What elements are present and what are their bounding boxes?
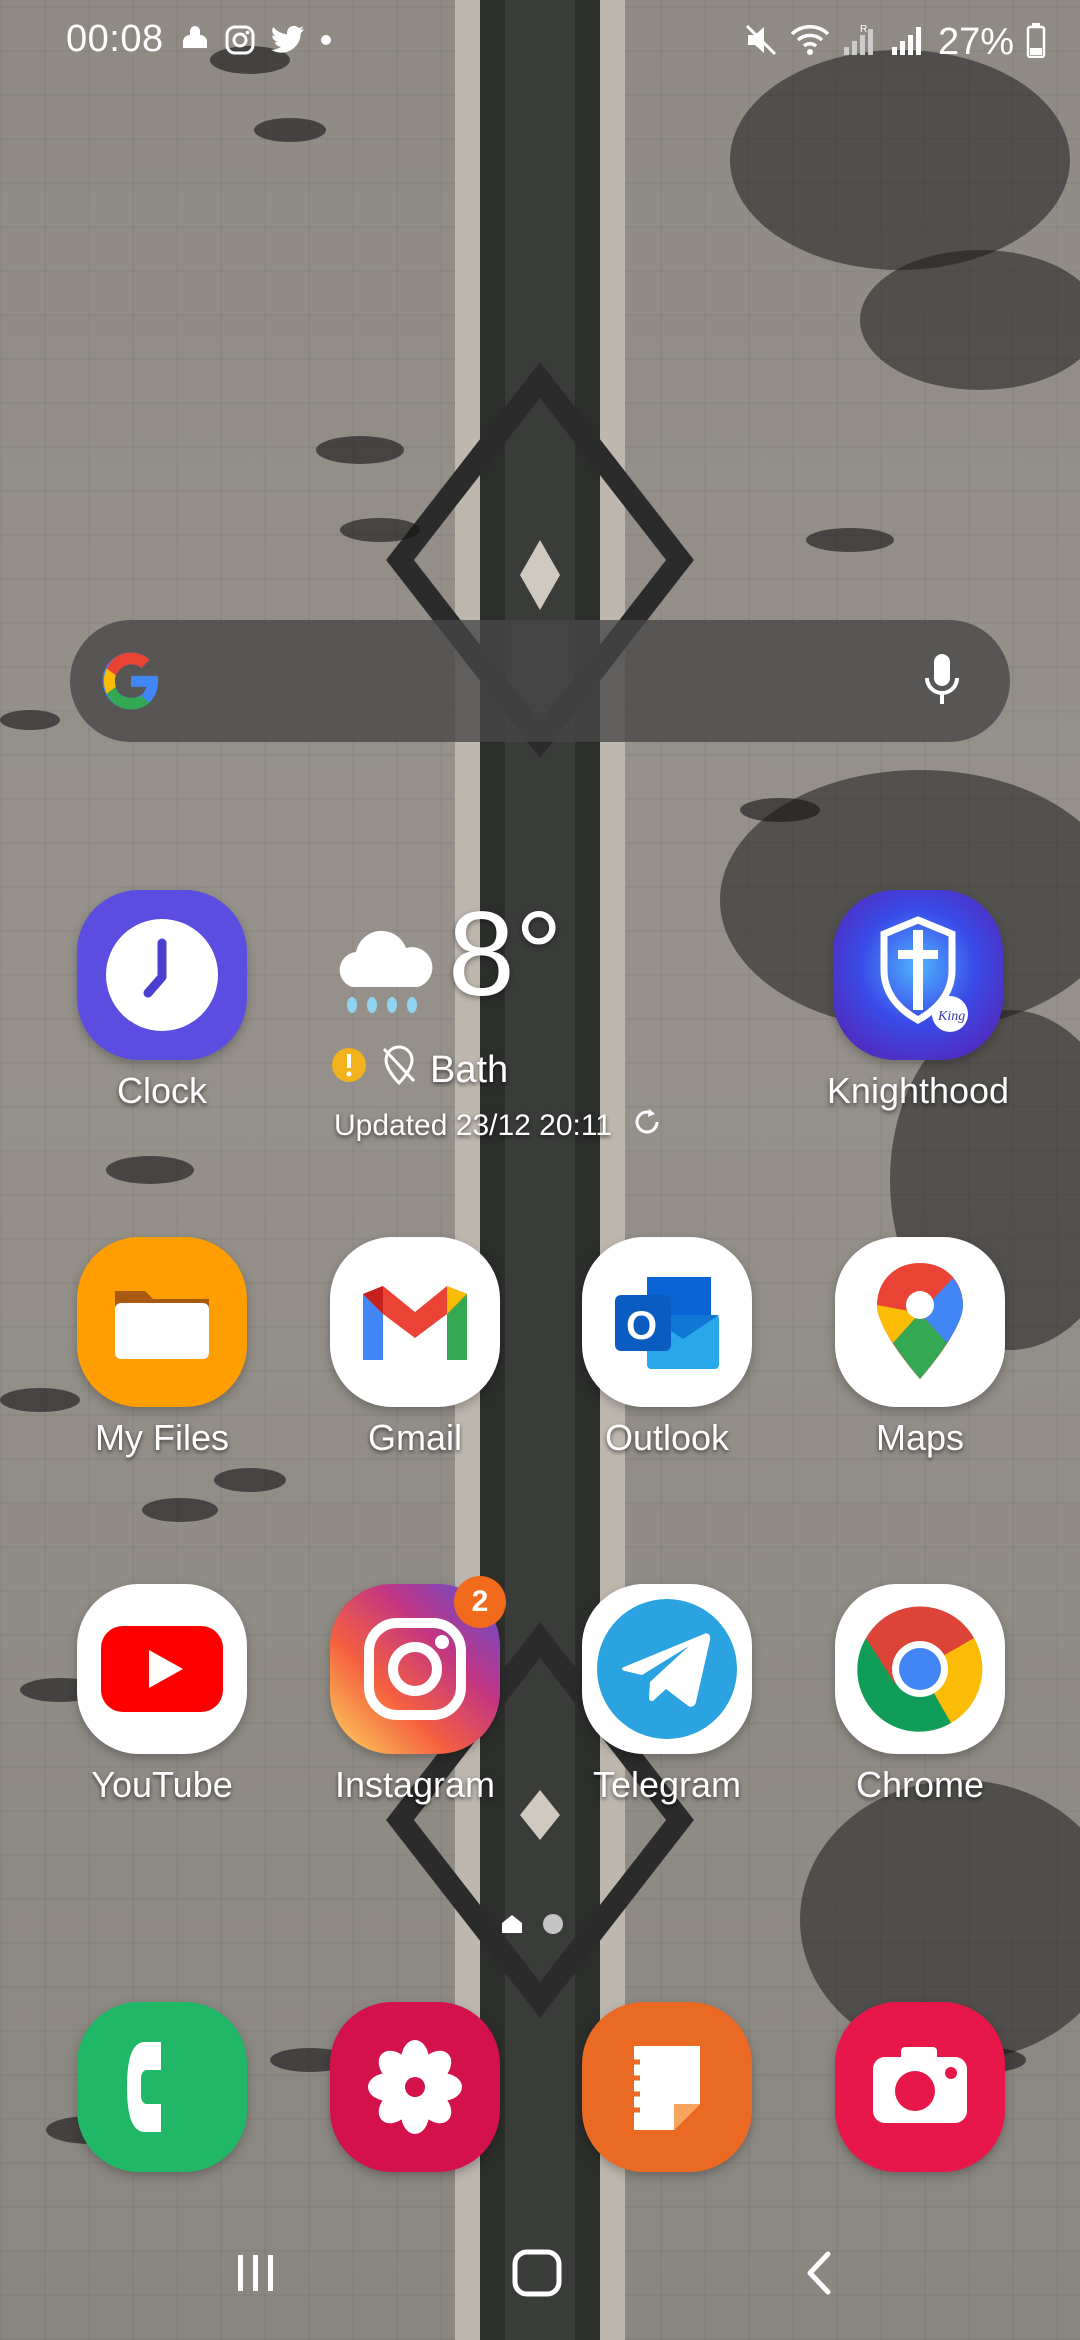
app-label: Chrome	[855, 1764, 985, 1805]
clock-icon	[77, 890, 247, 1060]
wallpaper	[0, 0, 1080, 2340]
app-label: My Files	[95, 1417, 229, 1458]
app-instagram[interactable]: 2 Instagram	[290, 1576, 540, 1806]
home-icon	[511, 2248, 563, 2303]
status-time: 00:08	[66, 18, 164, 60]
twitter-notification-icon	[270, 24, 306, 61]
dock-phone[interactable]	[37, 2002, 287, 2172]
app-label: Maps	[875, 1417, 965, 1458]
location-off-icon	[380, 1045, 418, 1095]
instagram-icon: 2	[330, 1576, 506, 1754]
app-chrome[interactable]: Chrome	[795, 1584, 1045, 1806]
navigation-bar	[0, 2220, 1080, 2330]
rain-cloud-icon	[330, 927, 440, 1022]
weather-location-row: Bath	[330, 1045, 508, 1095]
notification-badge: 2	[454, 1576, 506, 1628]
app-gmail[interactable]: Gmail	[290, 1237, 540, 1459]
refresh-icon[interactable]	[630, 1105, 664, 1147]
recent-apps-icon	[232, 2251, 280, 2300]
maps-icon	[835, 1237, 1005, 1407]
svg-text:King: King	[937, 1009, 965, 1024]
app-label: Knighthood	[826, 1070, 1010, 1111]
notification-icons	[180, 22, 332, 62]
battery-percent: 27%	[937, 20, 1014, 63]
dock-camera[interactable]	[795, 2002, 1045, 2172]
youtube-icon	[77, 1584, 247, 1754]
page-dot-icon	[542, 1913, 564, 1940]
weather-updated: Updated 23/12 20:11	[334, 1109, 613, 1142]
app-knighthood[interactable]: King Knighthood	[793, 890, 1043, 1112]
app-telegram[interactable]: Telegram	[542, 1584, 792, 1806]
google-logo-icon	[100, 650, 162, 717]
knighthood-icon: King	[833, 890, 1003, 1060]
wifi-icon	[790, 23, 830, 62]
status-bar: 00:08 R 27%	[0, 0, 1080, 84]
app-youtube[interactable]: YouTube	[37, 1584, 287, 1806]
weather-updated-row: Updated 23/12 20:11	[334, 1105, 664, 1147]
weather-widget[interactable]: 8° Bath Updated 23/12 20:11	[330, 887, 750, 1155]
back-icon	[800, 2248, 836, 2303]
folder-icon	[77, 1237, 247, 1407]
weather-location: Bath	[430, 1048, 509, 1091]
more-notifications-dot-icon	[320, 33, 332, 51]
chrome-icon	[835, 1584, 1005, 1754]
outlook-icon: O	[582, 1237, 752, 1407]
app-outlook[interactable]: O Outlook	[542, 1237, 792, 1459]
back-button[interactable]	[748, 2220, 888, 2330]
app-label: YouTube	[91, 1764, 233, 1805]
warning-icon	[330, 1046, 368, 1094]
home-page-dot-icon	[500, 1912, 524, 1941]
dock-gallery[interactable]	[290, 2002, 540, 2172]
status-right-icons: R 27%	[744, 18, 1046, 66]
phone-icon	[77, 2002, 247, 2172]
svg-text:R: R	[860, 24, 867, 35]
page-indicator[interactable]	[500, 1912, 564, 1941]
app-label: Telegram	[592, 1764, 742, 1805]
gmail-icon	[330, 1237, 500, 1407]
google-search-bar[interactable]	[70, 620, 1010, 742]
app-clock[interactable]: Clock	[37, 890, 287, 1112]
app-label: Outlook	[604, 1417, 730, 1458]
app-label: Gmail	[367, 1417, 462, 1458]
svg-text:O: O	[626, 1304, 657, 1348]
app-my-files[interactable]: My Files	[37, 1237, 287, 1459]
dock-notes[interactable]	[542, 2002, 792, 2172]
recent-apps-button[interactable]	[186, 2220, 326, 2330]
app-maps[interactable]: Maps	[795, 1237, 1045, 1459]
instagram-notification-icon	[224, 24, 256, 61]
microphone-icon[interactable]	[922, 650, 962, 717]
weather-temperature: 8°	[448, 887, 563, 1021]
signal-roaming-icon: R	[842, 23, 878, 62]
blossom-gallery-icon	[330, 2002, 500, 2172]
notes-icon	[582, 2002, 752, 2172]
mute-icon	[744, 23, 778, 62]
home-button[interactable]	[467, 2220, 607, 2330]
signal-icon	[890, 23, 926, 62]
telegram-icon	[582, 1584, 752, 1754]
silent-mode-icon	[180, 23, 210, 62]
app-label: Instagram	[334, 1764, 496, 1805]
app-label: Clock	[116, 1070, 208, 1111]
camera-icon	[835, 2002, 1005, 2172]
battery-icon	[1026, 22, 1046, 63]
